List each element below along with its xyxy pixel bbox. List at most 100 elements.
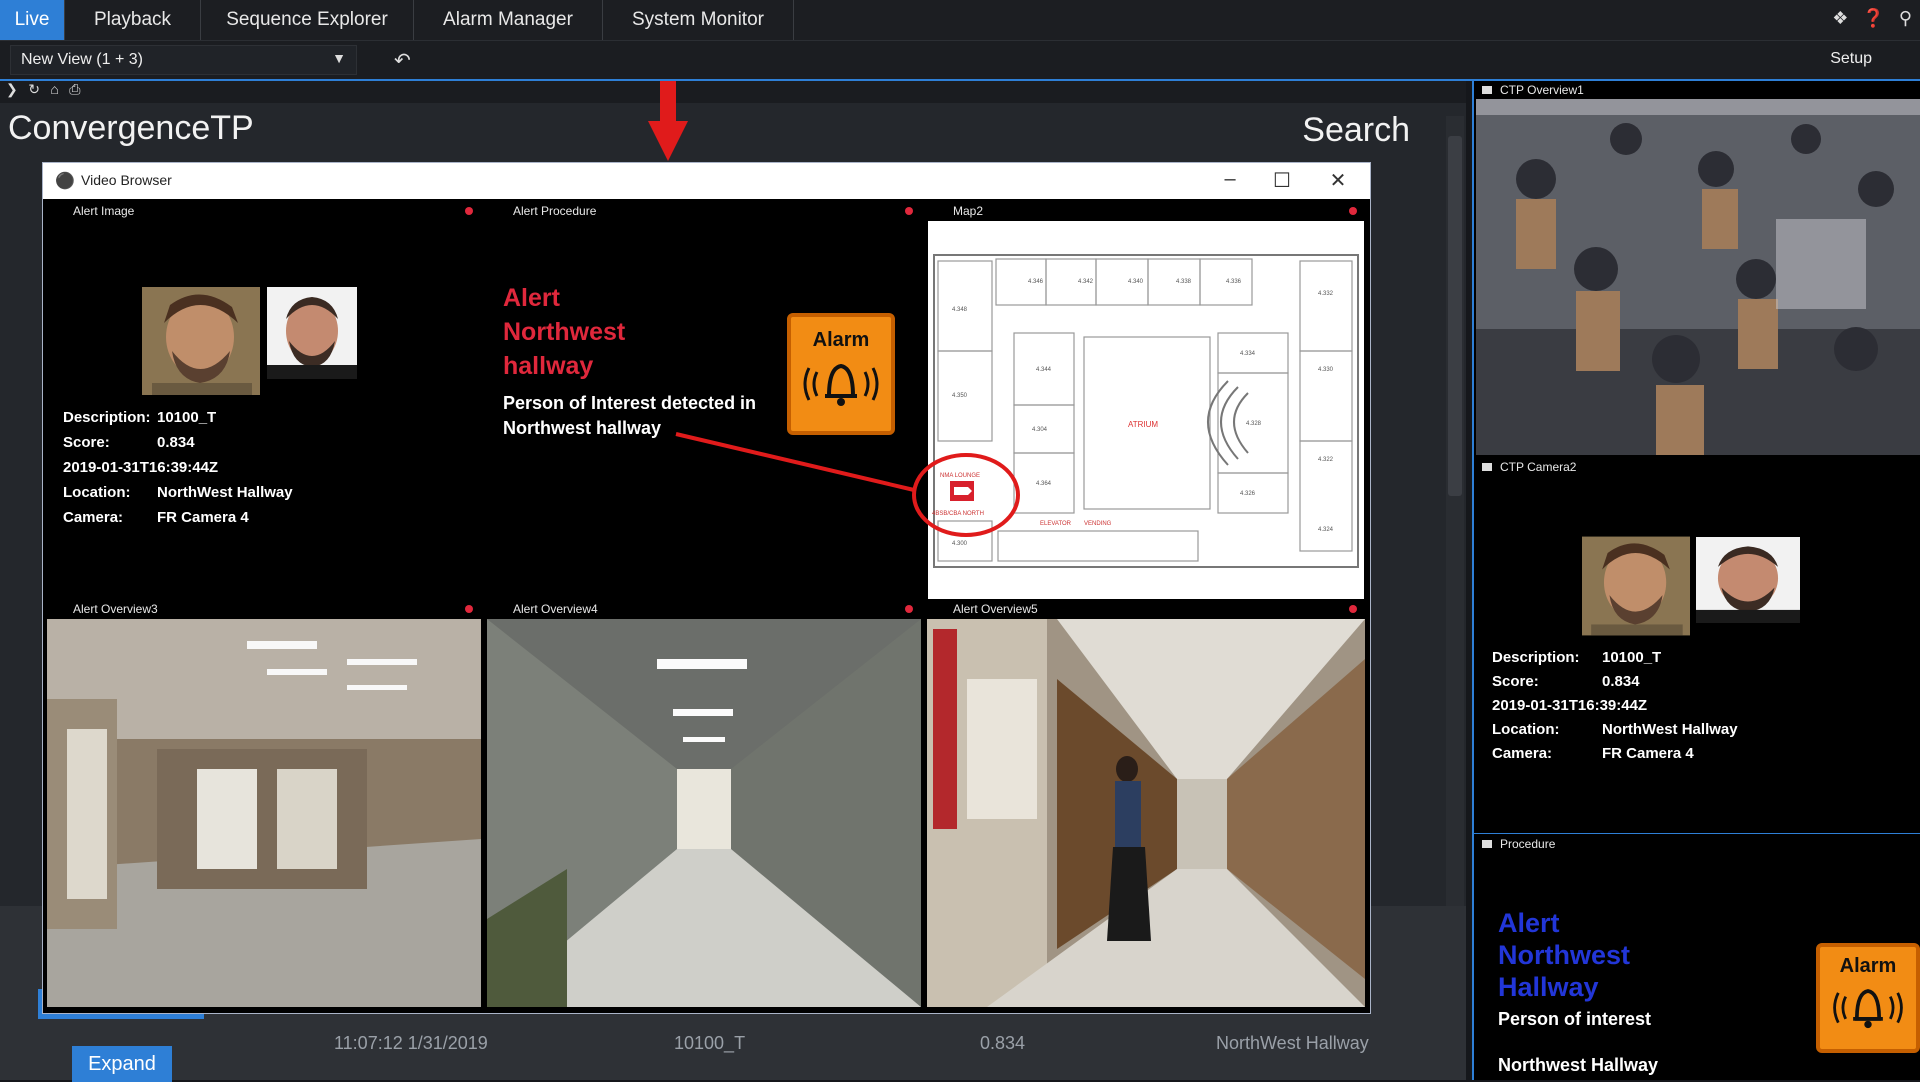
room-label: 4.330 xyxy=(1318,367,1334,373)
view-toolbar: New View (1 + 3) ▼ ↶ Setup xyxy=(0,41,1920,81)
recording-dot xyxy=(465,207,473,215)
procedure-heading: Alert Northwest hallway xyxy=(503,284,626,380)
alarm-badge: Alarm xyxy=(1816,943,1920,1053)
overview4-tile[interactable]: Alert Overview4 xyxy=(485,599,923,1011)
view-name: New View (1 + 3) xyxy=(21,51,143,68)
undo-icon[interactable]: ↶ xyxy=(394,48,411,73)
divider xyxy=(1474,833,1920,834)
room-label: 4.336 xyxy=(1226,279,1242,285)
minimize-button[interactable]: – xyxy=(1210,168,1250,191)
face-capture xyxy=(142,287,260,395)
room-label: 4.334 xyxy=(1240,351,1256,357)
scroll-thumb[interactable] xyxy=(1448,136,1462,496)
location-value: NorthWest Hallway xyxy=(157,484,293,501)
recording-dot xyxy=(465,605,473,613)
camera-value: FR Camera 4 xyxy=(1602,745,1694,762)
alert-info: Description: 10100_T Score: 0.834 2019-01-… xyxy=(63,409,293,526)
alert-procedure-tile[interactable]: Alert Procedure Alert Northwest hallway … xyxy=(485,201,923,597)
description-value: 10100_T xyxy=(157,409,217,426)
camera-value: FR Camera 4 xyxy=(157,509,249,526)
bell-icon xyxy=(803,363,879,406)
procedure-message-1: Person of interest xyxy=(1498,1009,1652,1029)
room-label: 4.326 xyxy=(1240,491,1256,497)
recording-dot xyxy=(905,605,913,613)
map-label-elevator: ELEVATOR xyxy=(1040,521,1072,527)
reference-photo xyxy=(1696,537,1800,623)
description-value: 10100_T xyxy=(1602,649,1662,666)
room-label: 4.348 xyxy=(952,307,968,313)
room-label: 4.332 xyxy=(1318,291,1334,297)
result-time: 11:07:12 1/31/2019 xyxy=(334,1033,488,1053)
room-label: 4.338 xyxy=(1176,279,1192,285)
expand-button[interactable]: Expand xyxy=(72,1046,172,1082)
arrow-down-icon xyxy=(648,81,688,161)
result-id: 10100_T xyxy=(674,1033,746,1053)
maximize-button[interactable]: ☐ xyxy=(1262,168,1302,193)
room-label: 4.364 xyxy=(1036,481,1052,487)
search-link[interactable]: Search xyxy=(1302,111,1410,150)
room-label: 4.304 xyxy=(1032,427,1048,433)
camera-feed-crowd[interactable] xyxy=(1476,99,1920,455)
tile-title: Alert Overview3 xyxy=(73,602,158,616)
tab-sequence-explorer[interactable]: Sequence Explorer xyxy=(201,0,414,40)
close-button[interactable]: ✕ xyxy=(1318,168,1358,193)
recording-dot xyxy=(1349,207,1357,215)
room-label: 4.322 xyxy=(1318,457,1334,463)
chevron-down-icon: ▼ xyxy=(332,50,346,66)
overview3-tile[interactable]: Alert Overview3 xyxy=(45,599,483,1011)
overview5-tile[interactable]: Alert Overview5 xyxy=(925,599,1367,1011)
recording-dot xyxy=(1349,605,1357,613)
map-tile[interactable]: Map2 ATRIUM NMA LOUNGE 4BSB/CBA NORTH EL… xyxy=(925,201,1367,601)
tile-title: Alert Image xyxy=(73,204,135,218)
reference-photo xyxy=(267,287,357,379)
camera-feed-lockers xyxy=(487,619,921,1007)
alert-image-tile[interactable]: Alert Image Description: 10100_T Score: 0.… xyxy=(45,201,483,597)
recording-dot xyxy=(905,207,913,215)
procedure-heading: Alert Northwest Hallway xyxy=(1498,908,1631,1002)
room-label: 4.346 xyxy=(1028,279,1044,285)
video-browser-window: ⚫ Video Browser – ☐ ✕ Alert Image Descri… xyxy=(42,162,1371,1014)
main-tab-bar: Live Playback Sequence Explorer Alarm Ma… xyxy=(0,0,1920,41)
map-label-lounge: NMA LOUNGE xyxy=(940,473,980,479)
bell-icon xyxy=(1833,989,1903,1029)
result-score: 0.834 xyxy=(980,1033,1026,1053)
face-capture xyxy=(1582,535,1690,637)
procedure-message-2: Northwest Hallway xyxy=(1498,1055,1659,1075)
room-label: 4.340 xyxy=(1128,279,1144,285)
setup-button[interactable]: Setup xyxy=(1830,50,1872,68)
alarm-badge: Alarm xyxy=(787,313,895,435)
tab-playback[interactable]: Playback xyxy=(65,0,201,40)
window-title: Video Browser xyxy=(81,172,172,188)
cam2-header: CTP Camera2 xyxy=(1482,460,1576,474)
pin-icon[interactable]: ❖ xyxy=(1832,8,1848,29)
tab-alarm-manager[interactable]: Alarm Manager xyxy=(414,0,603,40)
floor-plan-map[interactable]: ATRIUM NMA LOUNGE 4BSB/CBA NORTH ELEVATO… xyxy=(928,221,1364,601)
user-icon[interactable]: ⚲ xyxy=(1899,8,1912,29)
tile-title: Alert Overview5 xyxy=(953,602,1038,616)
room-label: 4.342 xyxy=(1078,279,1094,285)
camera-feed-hallway xyxy=(927,619,1365,1007)
room-label: 4.324 xyxy=(1318,527,1334,533)
camera-icon: ⚫ xyxy=(55,173,75,190)
room-label: 4.328 xyxy=(1246,421,1262,427)
procedure-header: Procedure xyxy=(1482,837,1555,851)
timestamp-value: 2019-01-31T16:39:44Z xyxy=(63,459,219,476)
refresh-icon[interactable]: ↻ xyxy=(28,81,40,97)
help-icon[interactable]: ❓ xyxy=(1862,8,1884,29)
view-select[interactable]: New View (1 + 3) ▼ xyxy=(10,45,357,75)
score-value: 0.834 xyxy=(157,434,195,451)
procedure-message: Person of Interest detected in Northwest… xyxy=(503,393,757,438)
result-location: NorthWest Hallway xyxy=(1216,1033,1369,1053)
print-icon[interactable]: ⎙ xyxy=(69,81,80,97)
cam1-header: CTP Overview1 xyxy=(1482,83,1584,97)
tile-title: Map2 xyxy=(953,204,984,218)
tab-system-monitor[interactable]: System Monitor xyxy=(603,0,794,40)
tab-live[interactable]: Live xyxy=(0,0,65,40)
forward-icon[interactable]: ❯ xyxy=(6,81,18,97)
tile-title: Alert Procedure xyxy=(513,204,597,218)
map-label-atrium: ATRIUM xyxy=(1128,420,1158,429)
location-value: NorthWest Hallway xyxy=(1602,721,1738,738)
home-icon[interactable]: ⌂ xyxy=(50,81,58,97)
camera-feed-lobby xyxy=(47,619,481,1007)
window-title-bar[interactable]: ⚫ Video Browser – ☐ ✕ xyxy=(43,163,1370,199)
